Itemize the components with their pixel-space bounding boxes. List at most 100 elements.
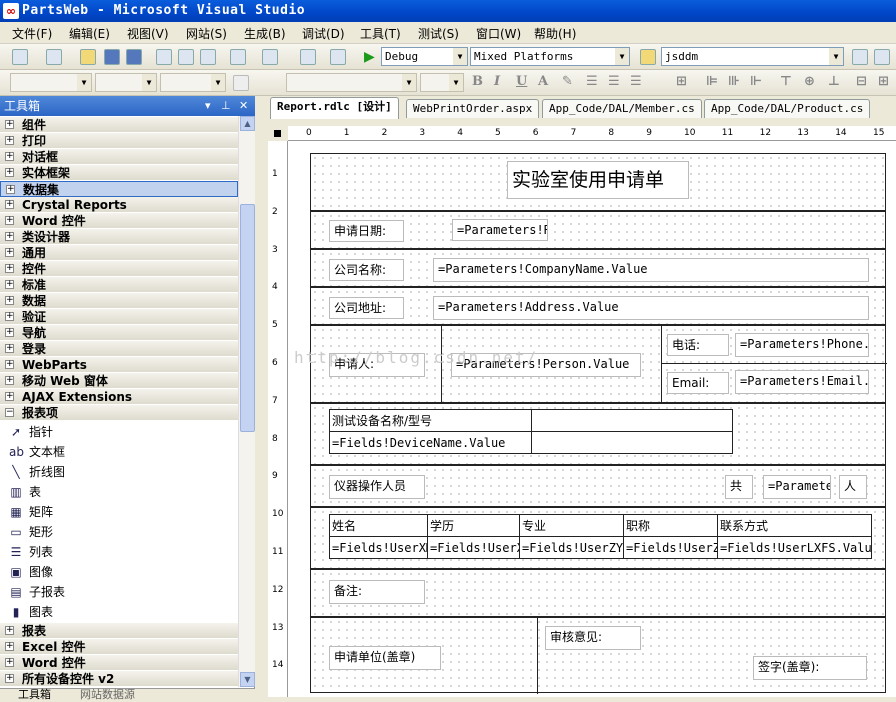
redo-icon[interactable] <box>262 49 278 65</box>
tab-toolbox-bottom[interactable]: 工具箱 <box>18 686 51 702</box>
toolbox-category[interactable]: + 报表 <box>0 623 238 639</box>
toolbox-item[interactable]: ➚ 指针 <box>0 422 238 442</box>
tab-datasources-bottom[interactable]: 网站数据源 <box>80 686 135 702</box>
properties-icon[interactable] <box>874 49 890 65</box>
scroll-thumb[interactable] <box>240 204 255 432</box>
expand-icon[interactable]: + <box>5 152 14 161</box>
same-width-icon[interactable]: ⊟ <box>856 74 867 89</box>
cut-icon[interactable] <box>156 49 172 65</box>
expand-icon[interactable]: + <box>5 312 14 321</box>
device-empty-cell[interactable] <box>531 409 733 432</box>
align-grid-icon[interactable]: ⊞ <box>676 74 687 89</box>
address-label[interactable]: 公司地址: <box>329 297 404 319</box>
staff-value[interactable]: =Fields!UserLXFS.Value <box>717 536 872 559</box>
expand-icon[interactable]: + <box>5 626 14 635</box>
email-label[interactable]: Email: <box>667 372 729 394</box>
toolbox-category[interactable]: + Word 控件 <box>0 655 238 671</box>
new-project-icon[interactable] <box>12 49 28 65</box>
address-value[interactable]: =Parameters!Address.Value <box>433 296 869 320</box>
font-color-icon[interactable]: A <box>538 74 548 89</box>
remark-band[interactable]: 备注: <box>310 569 886 617</box>
toolbox-category[interactable]: + 标准 <box>0 277 238 293</box>
expand-icon[interactable]: + <box>5 264 14 273</box>
date-band[interactable]: 申请日期: =Parameters!R <box>310 211 886 249</box>
toolbox-category[interactable]: + Excel 控件 <box>0 639 238 655</box>
toolbox-item[interactable]: ☰ 列表 <box>0 542 238 562</box>
toolbox-category[interactable]: + 登录 <box>0 341 238 357</box>
underline-icon[interactable]: U <box>516 74 527 89</box>
ruler-corner[interactable] <box>268 126 288 141</box>
tab-report-design[interactable]: Report.rdlc [设计] <box>270 97 399 119</box>
title-band[interactable]: 实验室使用申请单 <box>310 153 886 211</box>
paste-icon[interactable] <box>200 49 216 65</box>
toolbox-item[interactable]: ▤ 子报表 <box>0 582 238 602</box>
staff-header[interactable]: 学历 <box>427 514 520 537</box>
menu-website[interactable]: 网站(S) <box>186 25 227 42</box>
save-icon[interactable] <box>104 49 120 65</box>
size-combo[interactable]: ▼ <box>160 73 226 92</box>
align-lefts-icon[interactable]: ⊫ <box>706 74 718 89</box>
toolbox-category[interactable]: + 所有设备控件 v2 <box>0 671 238 687</box>
expand-icon[interactable]: + <box>5 248 14 257</box>
toolbox-category[interactable]: + 移动 Web 窗体 <box>0 373 238 389</box>
toolbox-category[interactable]: − 报表项 <box>0 405 238 421</box>
total-value[interactable]: =Paramete <box>763 475 831 499</box>
collapse-icon[interactable]: − <box>5 408 14 417</box>
device-header[interactable]: 测试设备名称/型号 <box>329 409 532 432</box>
address-band[interactable]: 公司地址: =Parameters!Address.Value <box>310 287 886 325</box>
toolbox-category[interactable]: + 组件 <box>0 117 238 133</box>
device-empty-cell[interactable] <box>531 431 733 454</box>
expand-icon[interactable]: + <box>5 296 14 305</box>
menu-tools[interactable]: 工具(T) <box>360 25 401 42</box>
toolbox-category[interactable]: + 打印 <box>0 133 238 149</box>
staff-header[interactable]: 姓名 <box>329 514 428 537</box>
toolbox-item[interactable]: ▣ 图像 <box>0 562 238 582</box>
menu-build[interactable]: 生成(B) <box>244 25 286 42</box>
toolbox-category[interactable]: + Word 控件 <box>0 213 238 229</box>
toolbox-category[interactable]: + 类设计器 <box>0 229 238 245</box>
device-table[interactable]: 测试设备名称/型号 =Fields!DeviceName.Value <box>329 409 733 454</box>
toolbox-category[interactable]: + 控件 <box>0 261 238 277</box>
bold-icon[interactable]: B <box>472 74 483 89</box>
find-in-files-icon[interactable] <box>640 49 656 65</box>
expand-icon[interactable]: + <box>6 185 15 194</box>
sign-label[interactable]: 签字(盖章): <box>753 656 867 680</box>
align-tops-icon[interactable]: ⊤ <box>780 74 792 89</box>
expand-icon[interactable]: + <box>5 642 14 651</box>
navigate-forward-icon[interactable] <box>330 49 346 65</box>
toolbox-category[interactable]: + 导航 <box>0 325 238 341</box>
expand-icon[interactable]: + <box>5 376 14 385</box>
unit-label[interactable]: 人 <box>839 475 867 499</box>
toolbox-category[interactable]: + 对话框 <box>0 149 238 165</box>
toolbox-item[interactable]: ▮ 图表 <box>0 602 238 622</box>
date-value[interactable]: =Parameters!R <box>452 219 548 241</box>
device-band[interactable]: 测试设备名称/型号 =Fields!DeviceName.Value <box>310 403 886 465</box>
email-value[interactable]: =Parameters!Email. <box>735 370 869 394</box>
align-middles-icon[interactable]: ⊕ <box>804 74 815 89</box>
staff-band[interactable]: 姓名学历专业职称联系方式 =Fields!UserXM=Fields!UserXL… <box>310 507 886 569</box>
expand-icon[interactable]: + <box>5 674 14 683</box>
staff-header[interactable]: 专业 <box>519 514 624 537</box>
toolbox-category[interactable]: + 数据集 <box>0 181 238 197</box>
device-value[interactable]: =Fields!DeviceName.Value <box>329 431 532 454</box>
border-icon[interactable] <box>233 75 249 91</box>
operators-label[interactable]: 仪器操作人员 <box>329 475 425 499</box>
tab-product-cs[interactable]: App_Code/DAL/Product.cs <box>704 99 871 118</box>
tab-member-cs[interactable]: App_Code/DAL/Member.cs <box>542 99 702 118</box>
expand-icon[interactable]: + <box>5 200 14 209</box>
scroll-up-icon[interactable]: ▲ <box>240 116 255 131</box>
expand-icon[interactable]: + <box>5 328 14 337</box>
report-title[interactable]: 实验室使用申请单 <box>507 161 689 199</box>
staff-value[interactable]: =Fields!UserZC <box>623 536 718 559</box>
align-centers-icon[interactable]: ⊪ <box>728 74 740 89</box>
navigate-back-icon[interactable] <box>300 49 316 65</box>
toolbox-item[interactable]: ▦ 矩阵 <box>0 502 238 522</box>
expand-icon[interactable]: + <box>5 232 14 241</box>
expand-icon[interactable]: + <box>5 360 14 369</box>
company-band[interactable]: 公司名称: =Parameters!CompanyName.Value <box>310 249 886 287</box>
review-label[interactable]: 审核意见: <box>545 626 641 650</box>
toolbox-scrollbar[interactable]: ▲ ▼ <box>238 116 255 687</box>
remark-label[interactable]: 备注: <box>329 580 425 604</box>
font-size-combo[interactable]: ▼ <box>420 73 464 92</box>
align-bottoms-icon[interactable]: ⊥ <box>828 74 840 89</box>
